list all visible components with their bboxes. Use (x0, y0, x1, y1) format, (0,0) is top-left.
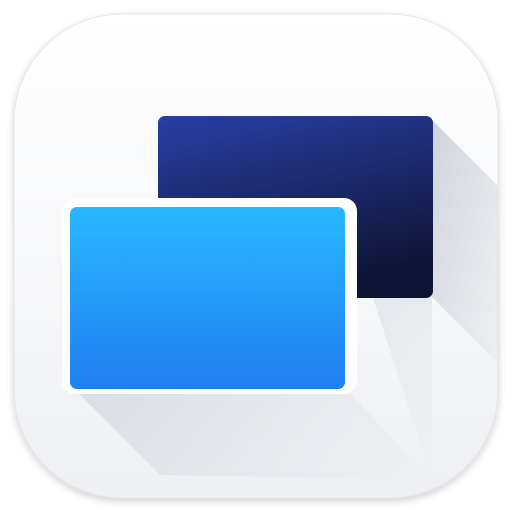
front-window (70, 207, 345, 389)
dual-display-windows-icon (13, 13, 499, 499)
app-icon[interactable] (0, 0, 512, 512)
